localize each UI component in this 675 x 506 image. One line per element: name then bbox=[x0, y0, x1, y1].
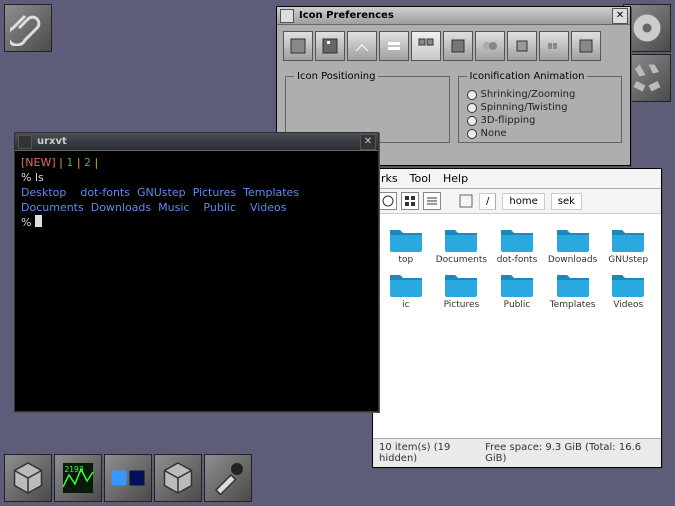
iconification-animation-group: Iconification Animation Shrinking/Zoomin… bbox=[458, 71, 623, 143]
view-list-button[interactable] bbox=[423, 192, 441, 210]
globe-icon bbox=[382, 195, 394, 207]
terminal-window: urxvt ✕ [NEW] | 1 | 2 | % ls Desktop dot… bbox=[14, 132, 379, 412]
preference-tabs bbox=[277, 25, 630, 67]
folder-item[interactable]: top bbox=[379, 224, 433, 265]
pref-tab-5[interactable] bbox=[411, 31, 441, 61]
file-manager-window: rks Tool Help / home sek top Documents dot… bbox=[372, 168, 662, 468]
paperclip-icon bbox=[10, 10, 46, 46]
folder-item[interactable]: Public bbox=[490, 269, 544, 310]
terminal-output[interactable]: [NEW] | 1 | 2 | % ls Desktop dot-fonts G… bbox=[15, 151, 378, 411]
menu-item[interactable]: Tool bbox=[410, 172, 431, 185]
dock-tile-paperclip[interactable] bbox=[4, 4, 52, 52]
folder-icon bbox=[388, 224, 424, 252]
dock-tile-gnustep[interactable] bbox=[4, 454, 52, 502]
cube-icon bbox=[160, 460, 196, 496]
folder-label: Downloads bbox=[548, 255, 597, 265]
radio-icon bbox=[467, 129, 477, 139]
radio-icon bbox=[467, 116, 477, 126]
menu-item[interactable]: Help bbox=[443, 172, 468, 185]
breadcrumb[interactable]: / bbox=[479, 193, 496, 210]
menubar: rks Tool Help bbox=[373, 169, 661, 189]
folder-label: Public bbox=[504, 300, 531, 310]
cube-icon bbox=[10, 460, 46, 496]
pref-tab-7[interactable] bbox=[475, 31, 505, 61]
window-icon bbox=[18, 135, 32, 149]
animation-legend: Iconification Animation bbox=[467, 71, 588, 82]
folder-item[interactable]: Downloads bbox=[546, 224, 600, 265]
pref-tab-6[interactable] bbox=[443, 31, 473, 61]
folder-icon bbox=[443, 224, 479, 252]
folder-icon bbox=[388, 269, 424, 297]
animation-option[interactable]: Spinning/Twisting bbox=[467, 101, 614, 114]
status-freespace: Free space: 9.3 GiB (Total: 16.6 GiB) bbox=[485, 442, 655, 464]
dock: 2193 bbox=[4, 454, 252, 502]
folder-label: dot-fonts bbox=[497, 255, 538, 265]
statusbar: 10 item(s) (19 hidden) Free space: 9.3 G… bbox=[373, 438, 661, 467]
window-title: urxvt bbox=[35, 136, 360, 147]
animation-option[interactable]: Shrinking/Zooming bbox=[467, 88, 614, 101]
pref-tab-10[interactable] bbox=[571, 31, 601, 61]
monitor-graph-icon: 2193 bbox=[60, 460, 96, 496]
pref-tab-3[interactable] bbox=[347, 31, 377, 61]
folder-icon bbox=[499, 269, 535, 297]
svg-text:2193: 2193 bbox=[65, 465, 84, 474]
folder-icon bbox=[555, 224, 591, 252]
list-icon bbox=[426, 195, 438, 207]
pref-tab-2[interactable] bbox=[315, 31, 345, 61]
dock-tile-tools[interactable] bbox=[204, 454, 252, 502]
view-browser-button[interactable] bbox=[379, 192, 397, 210]
folder-icon bbox=[443, 269, 479, 297]
checkbox-icon bbox=[459, 194, 473, 208]
folder-item[interactable]: Pictures bbox=[435, 269, 489, 310]
folder-item[interactable]: Videos bbox=[601, 269, 655, 310]
menu-item[interactable]: rks bbox=[381, 172, 398, 185]
pref-tab-9[interactable] bbox=[539, 31, 569, 61]
folder-label: Pictures bbox=[444, 300, 480, 310]
folder-icon bbox=[610, 224, 646, 252]
folder-item[interactable]: Documents bbox=[435, 224, 489, 265]
screwdriver-icon bbox=[210, 460, 246, 496]
dock-tile-monitor[interactable]: 2193 bbox=[54, 454, 102, 502]
folder-item[interactable]: ic bbox=[379, 269, 433, 310]
pref-tab-8[interactable] bbox=[507, 31, 537, 61]
titlebar[interactable]: Icon Preferences ✕ bbox=[277, 7, 630, 25]
folder-label: GNUstep bbox=[608, 255, 648, 265]
folder-label: Videos bbox=[613, 300, 643, 310]
pager-icon bbox=[110, 460, 146, 496]
folder-toggle[interactable] bbox=[457, 192, 475, 210]
status-items: 10 item(s) (19 hidden) bbox=[379, 442, 485, 464]
toolbar: / home sek bbox=[373, 189, 661, 214]
folder-label: top bbox=[398, 255, 413, 265]
disc-icon bbox=[629, 10, 665, 46]
window-icon bbox=[280, 9, 294, 23]
animation-option[interactable]: None bbox=[467, 127, 614, 140]
dock-tile-pager[interactable] bbox=[104, 454, 152, 502]
folder-item[interactable]: Templates bbox=[546, 269, 600, 310]
close-button[interactable]: ✕ bbox=[612, 8, 628, 24]
grid-icon bbox=[404, 195, 416, 207]
dock-tile-gnustep2[interactable] bbox=[154, 454, 202, 502]
folder-label: ic bbox=[402, 300, 409, 310]
folder-label: Templates bbox=[550, 300, 596, 310]
folder-icon bbox=[555, 269, 591, 297]
breadcrumb[interactable]: sek bbox=[551, 193, 582, 210]
breadcrumb[interactable]: home bbox=[502, 193, 544, 210]
window-title: Icon Preferences bbox=[297, 10, 612, 21]
titlebar[interactable]: urxvt ✕ bbox=[15, 133, 378, 151]
folder-item[interactable]: GNUstep bbox=[601, 224, 655, 265]
animation-option[interactable]: 3D-flipping bbox=[467, 114, 614, 127]
recycle-icon bbox=[629, 60, 665, 96]
folder-label: Documents bbox=[436, 255, 487, 265]
positioning-legend: Icon Positioning bbox=[294, 71, 378, 82]
folder-icon bbox=[499, 224, 535, 252]
folder-icon bbox=[610, 269, 646, 297]
radio-icon bbox=[467, 103, 477, 113]
pref-tab-4[interactable] bbox=[379, 31, 409, 61]
radio-icon bbox=[467, 90, 477, 100]
folder-item[interactable]: dot-fonts bbox=[490, 224, 544, 265]
file-view: top Documents dot-fonts Downloads GNUstep ic P… bbox=[373, 214, 661, 438]
view-icons-button[interactable] bbox=[401, 192, 419, 210]
close-button[interactable]: ✕ bbox=[360, 134, 376, 150]
pref-tab-1[interactable] bbox=[283, 31, 313, 61]
